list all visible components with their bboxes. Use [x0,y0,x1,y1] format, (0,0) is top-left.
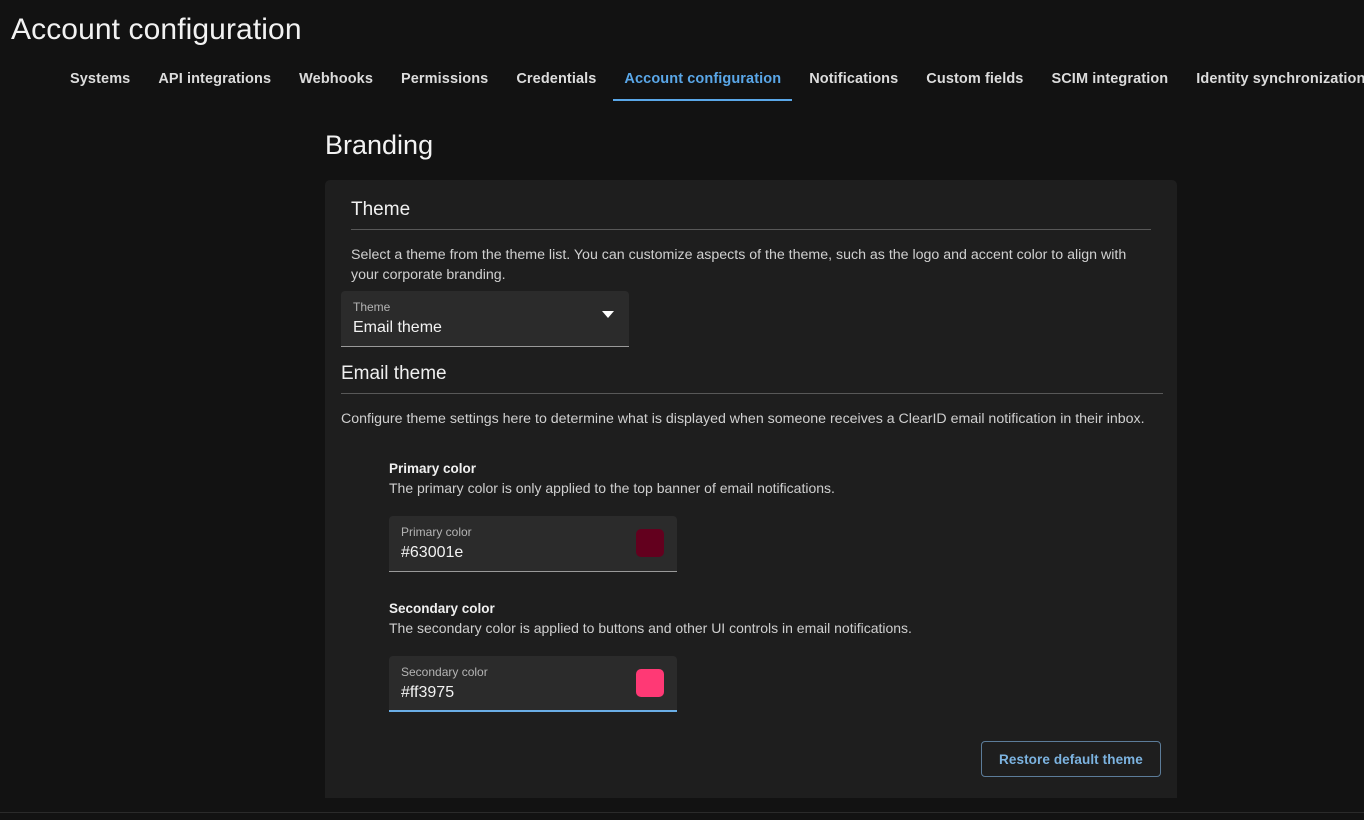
theme-section-heading: Theme [351,198,1151,230]
tab-permissions[interactable]: Permissions [387,68,502,101]
restore-default-theme-button[interactable]: Restore default theme [981,741,1161,777]
tab-api-integrations[interactable]: API integrations [144,68,285,101]
email-theme-description: Configure theme settings here to determi… [341,409,1153,429]
tab-credentials[interactable]: Credentials [502,68,610,101]
secondary-color-description: The secondary color is applied to button… [389,619,1149,638]
secondary-color-group: Secondary color The secondary color is a… [389,600,1149,712]
theme-select[interactable]: Theme Email theme [341,291,629,347]
theme-section-description: Select a theme from the theme list. You … [351,245,1151,285]
tab-webhooks[interactable]: Webhooks [285,68,387,101]
primary-color-input-value: #63001e [401,541,665,564]
primary-color-swatch[interactable] [636,529,664,557]
theme-select-value: Email theme [353,316,617,339]
primary-color-description: The primary color is only applied to the… [389,479,1149,498]
secondary-color-input[interactable]: Secondary color #ff3975 [389,656,677,712]
chevron-down-icon [602,311,614,318]
theme-select-wrapper: Theme Email theme [341,291,629,347]
account-configuration-page: Account configuration Systems API integr… [0,0,1364,820]
tab-account-configuration[interactable]: Account configuration [610,68,795,101]
bottom-divider [0,812,1364,813]
tab-bar: Systems API integrations Webhooks Permis… [0,68,1364,108]
page-title: Account configuration [11,12,302,48]
primary-color-input[interactable]: Primary color #63001e [389,516,677,572]
secondary-color-swatch[interactable] [636,669,664,697]
primary-color-title: Primary color [389,460,1149,478]
email-theme-heading: Email theme [341,362,1163,394]
primary-color-group: Primary color The primary color is only … [389,460,1149,572]
tab-notifications[interactable]: Notifications [795,68,912,101]
branding-heading: Branding [325,127,433,163]
email-theme-section: Email theme Configure theme settings her… [341,362,1163,429]
tab-identity-synchronization[interactable]: Identity synchronization [1182,68,1364,101]
tab-systems[interactable]: Systems [56,68,144,101]
secondary-color-title: Secondary color [389,600,1149,618]
tab-scim-integration[interactable]: SCIM integration [1037,68,1182,101]
primary-color-input-label: Primary color [401,525,665,540]
theme-select-label: Theme [353,300,617,315]
secondary-color-input-value: #ff3975 [401,681,665,704]
tab-custom-fields[interactable]: Custom fields [912,68,1037,101]
secondary-color-input-label: Secondary color [401,665,665,680]
